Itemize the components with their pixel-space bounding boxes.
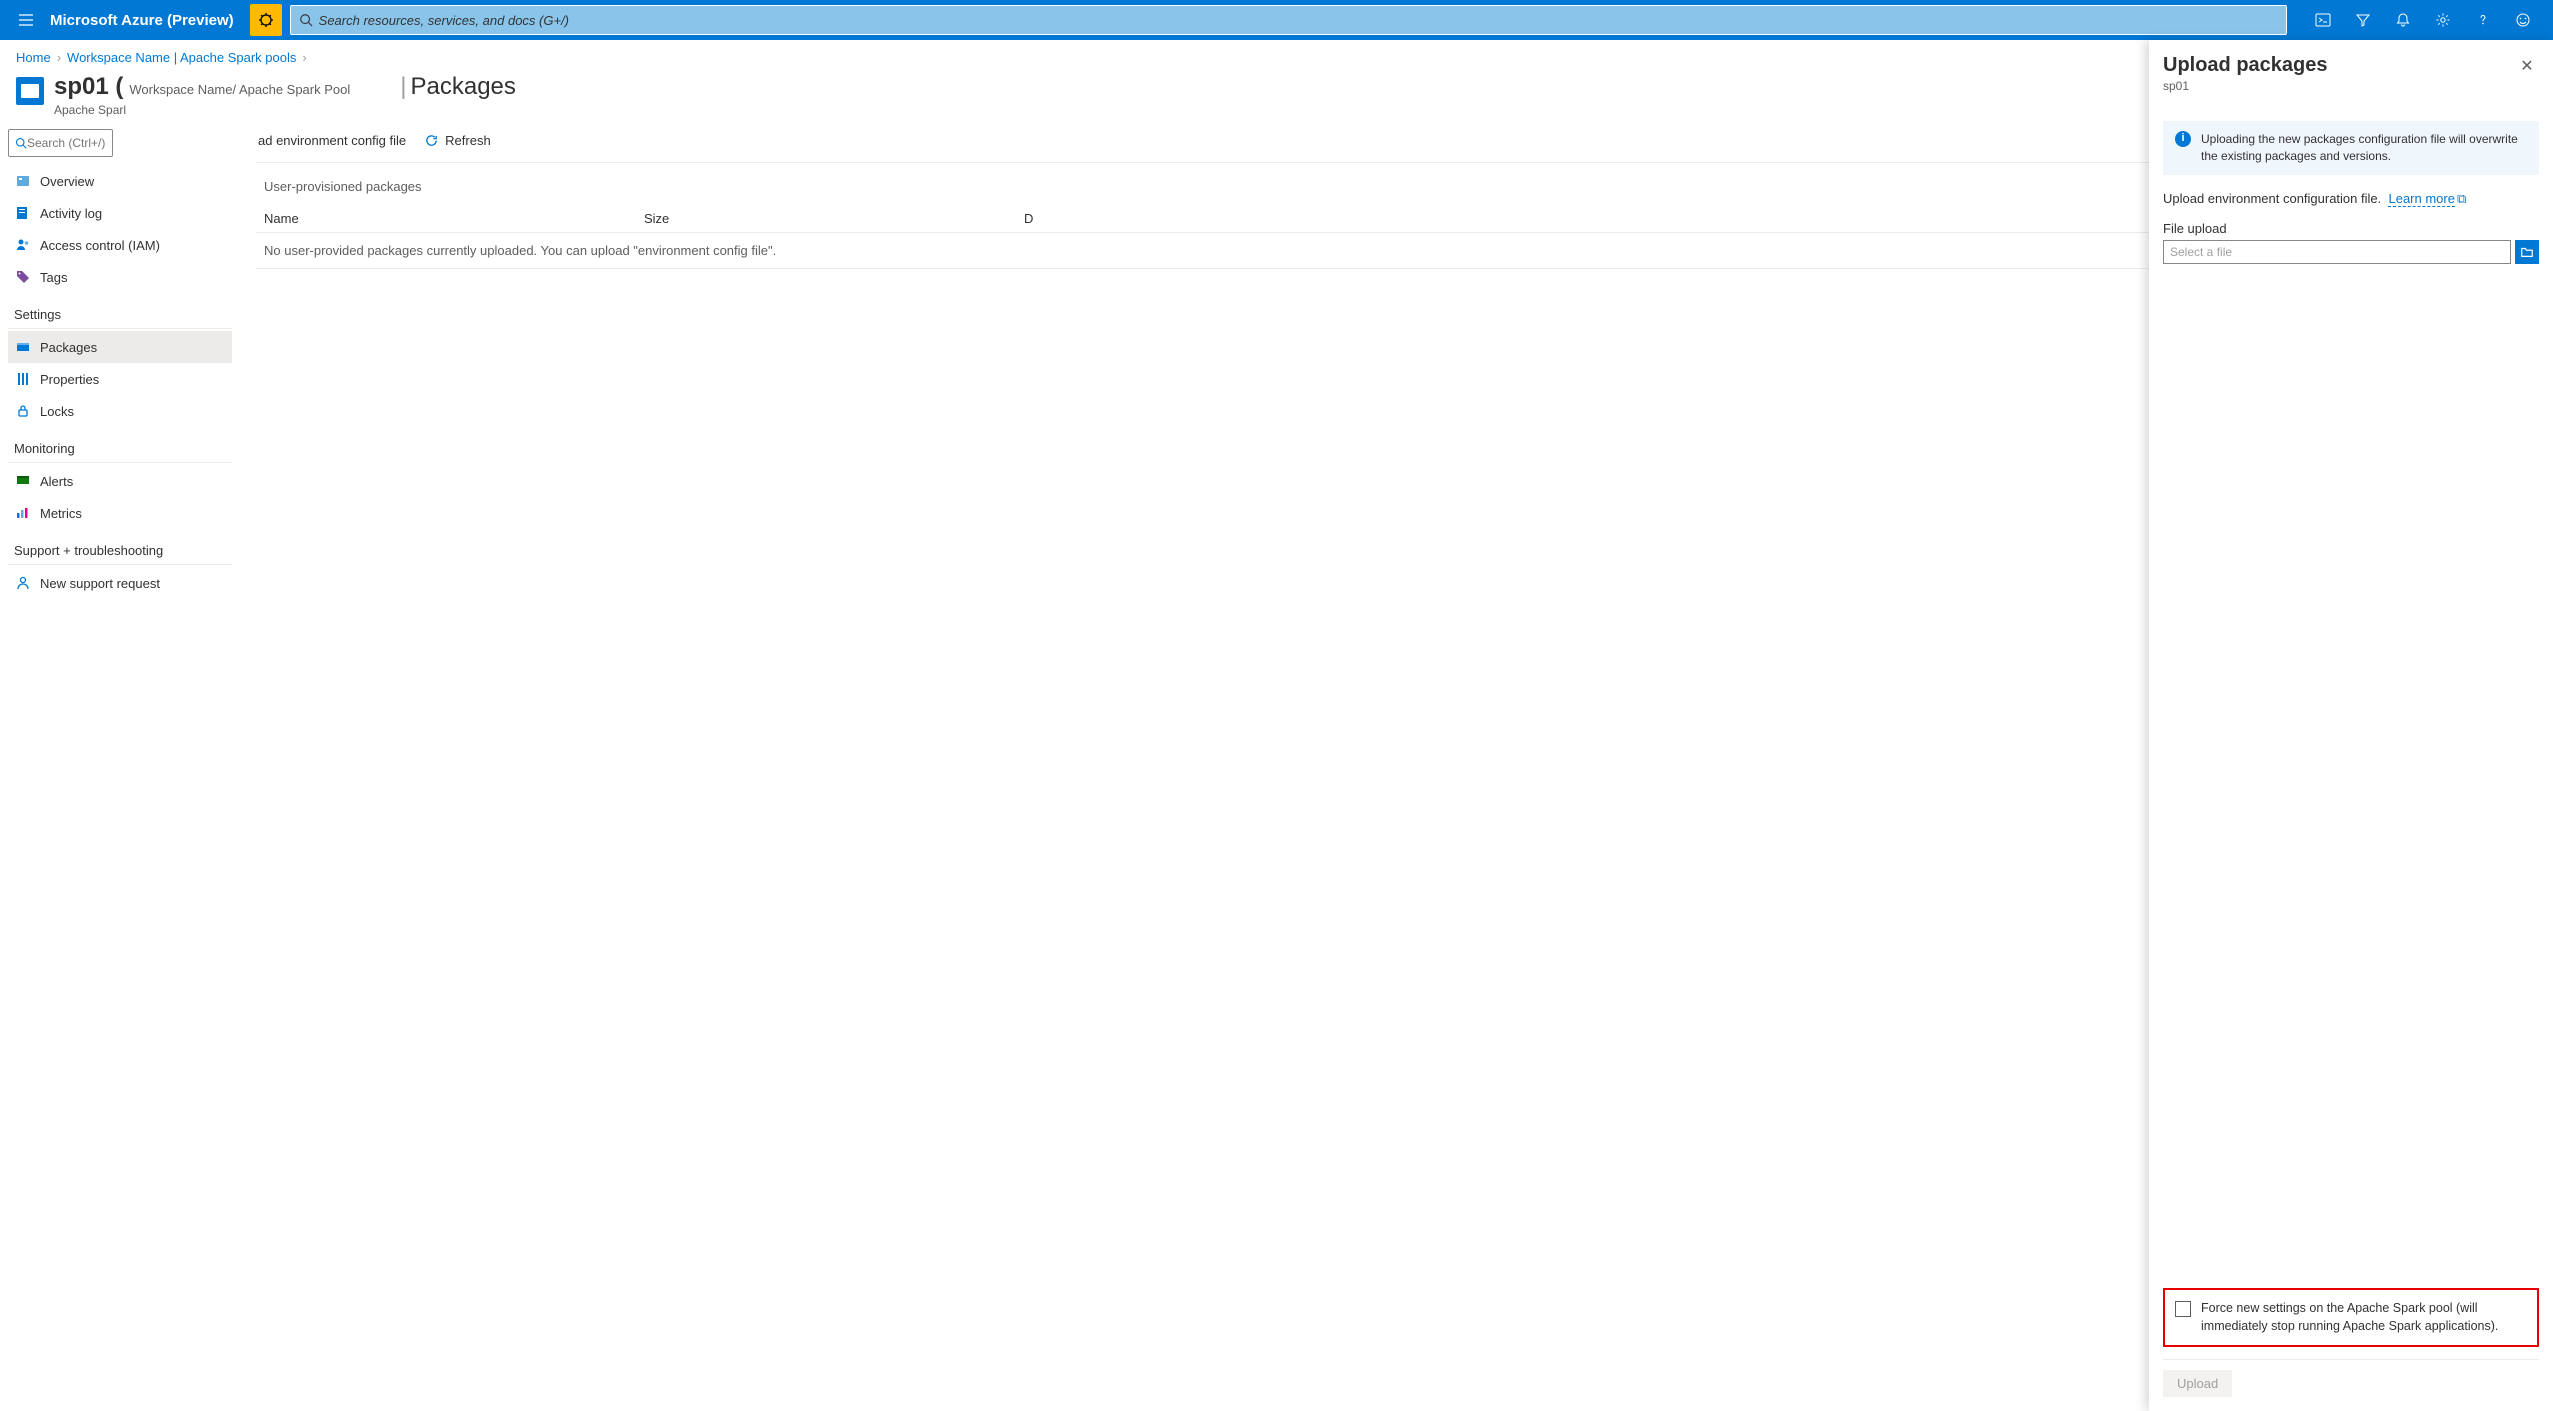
- sidebar-item-label: New support request: [40, 576, 160, 591]
- info-icon: i: [2175, 131, 2191, 147]
- col-name[interactable]: Name: [264, 211, 644, 226]
- sidebar-item-label: Activity log: [40, 206, 102, 221]
- sidebar-group-monitoring: Monitoring: [8, 427, 232, 463]
- panel-title: Upload packages: [2163, 54, 2328, 77]
- external-link-icon: ⧉: [2457, 191, 2466, 206]
- learn-more-link[interactable]: Learn more: [2388, 191, 2454, 207]
- sidebar-item-alerts[interactable]: Alerts: [8, 465, 232, 497]
- close-icon[interactable]: ✕: [2515, 54, 2539, 78]
- cloud-shell-icon[interactable]: [2303, 0, 2343, 40]
- resource-context: Workspace Name/ Apache Spark Pool: [129, 82, 350, 97]
- preview-badge-icon[interactable]: [250, 4, 282, 36]
- chevron-right-icon: ›: [57, 50, 61, 65]
- global-search[interactable]: [290, 5, 2287, 35]
- support-icon: [14, 574, 32, 592]
- sidebar-item-label: Locks: [40, 404, 74, 419]
- sidebar-item-properties[interactable]: Properties: [8, 363, 232, 395]
- resource-type: Apache Sparl: [54, 103, 350, 117]
- sidebar-group-settings: Settings: [8, 293, 232, 329]
- force-settings-checkbox[interactable]: [2175, 1301, 2191, 1317]
- sidebar-search-input[interactable]: [27, 136, 106, 150]
- sidebar-item-overview[interactable]: Overview: [8, 165, 232, 197]
- sidebar: Overview Activity log Access control (IA…: [0, 125, 240, 1400]
- hamburger-menu[interactable]: [10, 4, 42, 36]
- sidebar-item-label: Alerts: [40, 474, 73, 489]
- panel-footer: Upload: [2163, 1359, 2539, 1397]
- sidebar-item-activity[interactable]: Activity log: [8, 197, 232, 229]
- sidebar-item-tags[interactable]: Tags: [8, 261, 232, 293]
- chevron-right-icon: ›: [302, 50, 306, 65]
- iam-icon: [14, 236, 32, 254]
- file-input[interactable]: Select a file: [2163, 240, 2511, 264]
- panel-subtitle: sp01: [2163, 79, 2328, 93]
- sidebar-item-label: Overview: [40, 174, 94, 189]
- sidebar-item-label: Tags: [40, 270, 67, 285]
- col-date[interactable]: D: [1024, 211, 1033, 226]
- brand-label[interactable]: Microsoft Azure (Preview): [50, 12, 234, 29]
- refresh-button[interactable]: Refresh: [424, 133, 491, 148]
- packages-icon: [14, 338, 32, 356]
- search-icon: [15, 137, 27, 149]
- sidebar-item-metrics[interactable]: Metrics: [8, 497, 232, 529]
- sidebar-item-support-request[interactable]: New support request: [8, 567, 232, 599]
- breadcrumb-workspace[interactable]: Workspace Name | Apache Spark pools: [67, 50, 296, 65]
- search-icon: [299, 13, 313, 27]
- sidebar-item-locks[interactable]: Locks: [8, 395, 232, 427]
- sidebar-item-label: Packages: [40, 340, 97, 355]
- global-search-input[interactable]: [319, 13, 2278, 28]
- toolbar-label: Refresh: [445, 133, 491, 148]
- breadcrumb-home[interactable]: Home: [16, 50, 51, 65]
- spark-pool-icon: [16, 77, 44, 105]
- force-settings-label: Force new settings on the Apache Spark p…: [2201, 1300, 2527, 1335]
- file-upload-label: File upload: [2163, 221, 2539, 236]
- sidebar-item-label: Metrics: [40, 506, 82, 521]
- topbar: Microsoft Azure (Preview): [0, 0, 2553, 40]
- directory-filter-icon[interactable]: [2343, 0, 2383, 40]
- sidebar-search[interactable]: [8, 129, 113, 157]
- lock-icon: [14, 402, 32, 420]
- page-title: |Packages: [400, 73, 516, 101]
- force-settings-area: Force new settings on the Apache Spark p…: [2163, 1288, 2539, 1347]
- upload-button[interactable]: Upload: [2163, 1370, 2232, 1397]
- overview-icon: [14, 172, 32, 190]
- help-icon[interactable]: [2463, 0, 2503, 40]
- sidebar-item-label: Properties: [40, 372, 99, 387]
- toolbar-label: ad environment config file: [258, 133, 406, 148]
- resource-name: sp01 (: [54, 73, 123, 101]
- browse-file-button[interactable]: [2515, 240, 2539, 264]
- sidebar-item-label: Access control (IAM): [40, 238, 160, 253]
- info-text: Uploading the new packages configuration…: [2201, 131, 2527, 165]
- metrics-icon: [14, 504, 32, 522]
- info-message: i Uploading the new packages configurati…: [2163, 121, 2539, 175]
- activity-log-icon: [14, 204, 32, 222]
- feedback-icon[interactable]: [2503, 0, 2543, 40]
- sidebar-item-packages[interactable]: Packages: [8, 331, 232, 363]
- settings-icon[interactable]: [2423, 0, 2463, 40]
- topbar-actions: [2303, 0, 2543, 40]
- sidebar-group-support: Support + troubleshooting: [8, 529, 232, 565]
- col-size[interactable]: Size: [644, 211, 1024, 226]
- properties-icon: [14, 370, 32, 388]
- tags-icon: [14, 268, 32, 286]
- alerts-icon: [14, 472, 32, 490]
- notifications-icon[interactable]: [2383, 0, 2423, 40]
- upload-packages-panel: Upload packages sp01 ✕ i Uploading the n…: [2149, 40, 2553, 1411]
- upload-config-button[interactable]: ad environment config file: [258, 133, 406, 148]
- sidebar-item-iam[interactable]: Access control (IAM): [8, 229, 232, 261]
- refresh-icon: [424, 133, 439, 148]
- folder-icon: [2520, 245, 2534, 259]
- upload-description: Upload environment configuration file. L…: [2163, 191, 2539, 207]
